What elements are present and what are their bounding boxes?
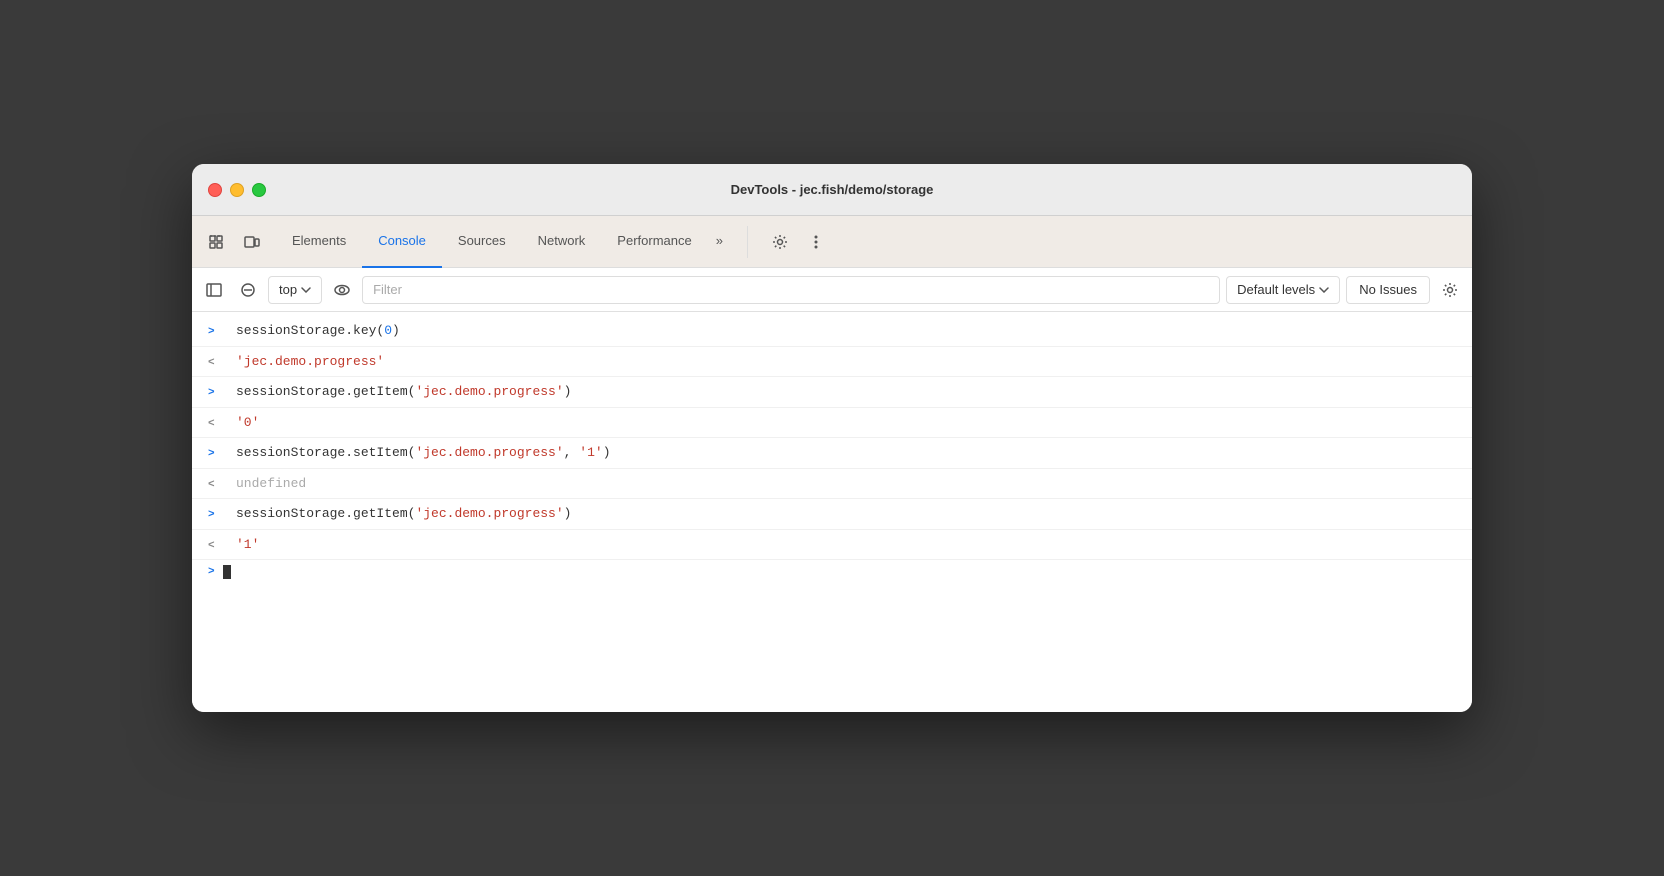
input-arrow: > xyxy=(208,385,228,402)
console-line[interactable]: < undefined xyxy=(192,469,1472,500)
inspect-element-button[interactable] xyxy=(200,226,232,258)
code-content: sessionStorage.getItem('jec.demo.progres… xyxy=(236,382,571,402)
code-content: '1' xyxy=(236,535,259,555)
cursor-prompt: > xyxy=(208,566,215,578)
clear-console-button[interactable] xyxy=(234,276,262,304)
sidebar-toggle-button[interactable] xyxy=(200,276,228,304)
tab-console[interactable]: Console xyxy=(362,216,442,268)
console-cursor-line[interactable]: > xyxy=(192,560,1472,584)
output-arrow: < xyxy=(208,416,228,433)
tab-more[interactable]: » xyxy=(708,226,731,258)
code-content: '0' xyxy=(236,413,259,433)
cursor xyxy=(223,565,231,579)
minimize-button[interactable] xyxy=(230,183,244,197)
levels-chevron-icon xyxy=(1319,287,1329,293)
tab-bar-actions xyxy=(747,226,832,258)
input-arrow: > xyxy=(208,446,228,463)
context-selector[interactable]: top xyxy=(268,276,322,304)
console-line[interactable]: > sessionStorage.key(0) xyxy=(192,316,1472,347)
context-value: top xyxy=(279,282,297,297)
log-levels-button[interactable]: Default levels xyxy=(1226,276,1340,304)
close-button[interactable] xyxy=(208,183,222,197)
console-line[interactable]: < 'jec.demo.progress' xyxy=(192,347,1472,378)
console-line[interactable]: < '1' xyxy=(192,530,1472,561)
code-content: sessionStorage.setItem('jec.demo.progres… xyxy=(236,443,611,463)
no-issues-label: No Issues xyxy=(1359,282,1417,297)
maximize-button[interactable] xyxy=(252,183,266,197)
output-arrow: < xyxy=(208,477,228,494)
console-toolbar: top Default levels No Issues xyxy=(192,268,1472,312)
console-line[interactable]: > sessionStorage.setItem('jec.demo.progre… xyxy=(192,438,1472,469)
settings-button[interactable] xyxy=(764,226,796,258)
title-bar: DevTools - jec.fish/demo/storage xyxy=(192,164,1472,216)
levels-label: Default levels xyxy=(1237,282,1315,297)
tab-network[interactable]: Network xyxy=(522,216,602,268)
tab-bar-left-icons xyxy=(200,226,268,258)
input-arrow: > xyxy=(208,324,228,341)
device-toolbar-button[interactable] xyxy=(236,226,268,258)
code-content: 'jec.demo.progress' xyxy=(236,352,384,372)
code-content: undefined xyxy=(236,474,306,494)
live-expressions-button[interactable] xyxy=(328,276,356,304)
output-arrow: < xyxy=(208,355,228,372)
console-line[interactable]: > sessionStorage.getItem('jec.demo.progre… xyxy=(192,499,1472,530)
console-output: > sessionStorage.key(0) < 'jec.demo.progres… xyxy=(192,312,1472,712)
traffic-lights xyxy=(208,183,266,197)
tab-sources[interactable]: Sources xyxy=(442,216,522,268)
tab-bar: Elements Console Sources Network Perform… xyxy=(192,216,1472,268)
more-options-button[interactable] xyxy=(800,226,832,258)
input-arrow: > xyxy=(208,507,228,524)
filter-input[interactable] xyxy=(362,276,1220,304)
code-content: sessionStorage.key(0) xyxy=(236,321,400,341)
devtools-window: DevTools - jec.fish/demo/storage xyxy=(192,164,1472,712)
output-arrow: < xyxy=(208,538,228,555)
tab-elements[interactable]: Elements xyxy=(276,216,362,268)
console-settings-button[interactable] xyxy=(1436,276,1464,304)
code-content: sessionStorage.getItem('jec.demo.progres… xyxy=(236,504,571,524)
no-issues-button[interactable]: No Issues xyxy=(1346,276,1430,304)
console-line[interactable]: > sessionStorage.getItem('jec.demo.progre… xyxy=(192,377,1472,408)
chevron-down-icon xyxy=(301,287,311,293)
window-title: DevTools - jec.fish/demo/storage xyxy=(731,182,934,197)
console-line[interactable]: < '0' xyxy=(192,408,1472,439)
tab-performance[interactable]: Performance xyxy=(601,216,707,268)
